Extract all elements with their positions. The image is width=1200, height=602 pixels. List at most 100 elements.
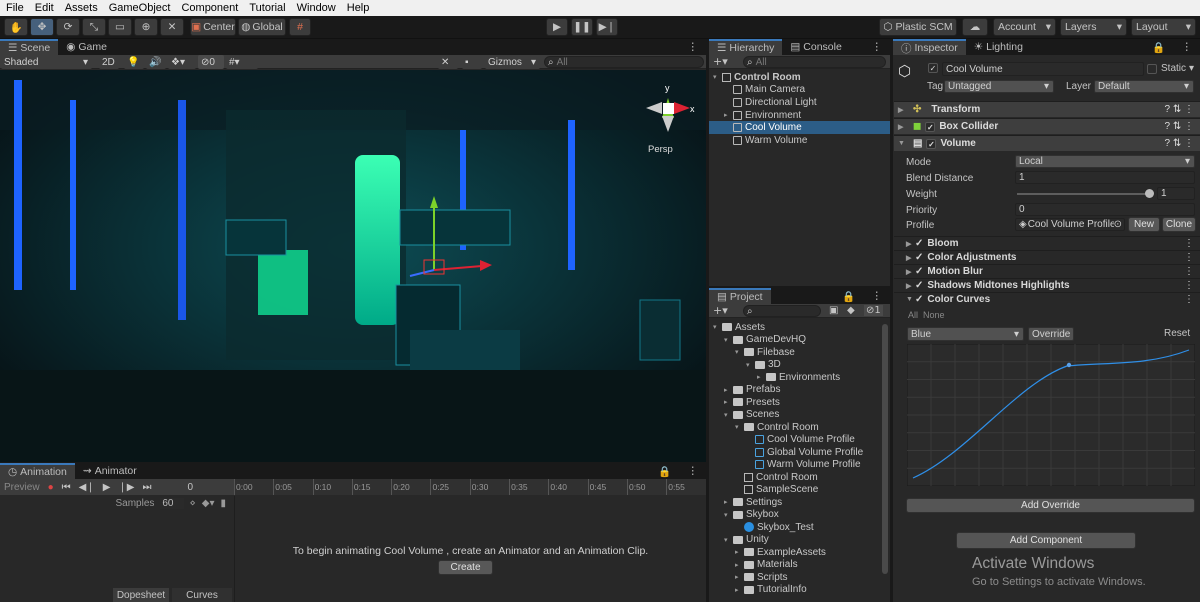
frame-field[interactable]: 0 <box>187 482 193 493</box>
expand-arrow-icon[interactable]: ▸ <box>735 573 744 581</box>
tab-console[interactable]: ▤ Console <box>782 39 849 55</box>
new-profile-button[interactable]: New <box>1128 217 1160 232</box>
folder-item[interactable]: ▾ Control Room <box>709 421 881 434</box>
expand-arrow-icon[interactable]: ▸ <box>724 498 733 506</box>
grid-dropdown-icon[interactable]: #▾ <box>226 55 258 69</box>
folder-item[interactable]: ▾ Assets <box>709 321 881 334</box>
last-key-icon[interactable]: ⏭ <box>142 482 151 493</box>
menu-item-help[interactable]: Help <box>341 2 375 14</box>
tree-item[interactable]: Main Camera <box>709 84 890 97</box>
curve-editor[interactable] <box>907 344 1195 486</box>
override-menu-icon[interactable]: ⋮ <box>1184 294 1194 305</box>
folder-item[interactable]: ▸ TutorialInfo <box>709 584 881 597</box>
menu-item-tutorial[interactable]: Tutorial <box>243 2 290 14</box>
expand-arrow-icon[interactable]: ▸ <box>735 548 744 556</box>
hierarchy-search-input[interactable]: ⌕ All <box>743 56 886 68</box>
project-scrollbar[interactable] <box>882 324 888 574</box>
layout-dropdown[interactable]: Layout ▾ <box>1131 18 1196 36</box>
tree-item[interactable]: ▸ Environment <box>709 109 890 122</box>
override-motion-blur[interactable]: ▶ ✓ Motion Blur ⋮ <box>894 264 1200 278</box>
tree-item[interactable]: ▾ Control Room <box>709 71 890 84</box>
lighting-toggle-icon[interactable]: 💡 <box>124 55 144 69</box>
component-actions-icon[interactable]: ? ⇅ ⋮ <box>1165 138 1195 149</box>
panel-menu-icon[interactable]: ⋮ <box>680 463 707 479</box>
expand-arrow-icon[interactable]: ▸ <box>735 561 744 569</box>
expand-arrow-icon[interactable]: ▾ <box>713 323 722 331</box>
checkmark-icon[interactable]: ✓ <box>915 252 923 263</box>
menu-item-component[interactable]: Component <box>175 2 243 14</box>
folder-item[interactable]: ▾ Filebase <box>709 346 881 359</box>
override-color-adjustments[interactable]: ▶ ✓ Color Adjustments ⋮ <box>894 250 1200 264</box>
move-tool-icon[interactable]: ✥ <box>30 18 54 36</box>
grid-snap-icon[interactable]: # <box>289 18 311 36</box>
expand-arrow-icon[interactable]: ▾ <box>713 73 722 81</box>
checkmark-icon[interactable]: ✓ <box>915 266 923 277</box>
tree-item[interactable]: Control Room <box>709 471 881 484</box>
samples-field[interactable]: 60 <box>160 497 184 509</box>
weight-slider-thumb[interactable] <box>1145 189 1154 198</box>
curve-override-button[interactable]: Override <box>1028 327 1074 341</box>
next-key-icon[interactable]: ❘▶ <box>118 482 134 493</box>
layer-dropdown[interactable]: Default ▾ <box>1094 80 1194 93</box>
tab-curves[interactable]: Curves <box>172 588 232 602</box>
pivot-global-button[interactable]: ◍ Global <box>238 18 286 36</box>
tree-item[interactable]: Warm Volume <box>709 134 890 147</box>
panel-menu-icon[interactable]: ⋮ <box>680 39 707 55</box>
persp-label[interactable]: Persp <box>648 144 673 155</box>
hand-tool-icon[interactable]: ✋ <box>4 18 28 36</box>
menu-item-file[interactable]: File <box>0 2 29 14</box>
project-search-input[interactable]: ⌕ <box>743 305 821 317</box>
expand-arrow-icon[interactable]: ▾ <box>724 536 733 544</box>
event-marker-icon[interactable]: ▮ <box>220 498 226 509</box>
folder-item[interactable]: ▸ Settings <box>709 496 881 509</box>
object-name-field[interactable]: Cool Volume <box>942 62 1144 76</box>
cloud-icon[interactable]: ☁ <box>962 18 988 36</box>
tree-item[interactable]: Global Volume Profile <box>709 446 881 459</box>
folder-item[interactable]: ▾ GameDevHQ <box>709 334 881 347</box>
static-toggle[interactable]: Static ▾ <box>1147 63 1194 74</box>
scene-viewport[interactable]: y x Persp <box>0 70 706 462</box>
folder-item[interactable]: ▾ Skybox <box>709 509 881 522</box>
folder-item[interactable]: ▾ Unity <box>709 534 881 547</box>
component-box-collider[interactable]: ▶ ◼ ✓ Box Collider? ⇅ ⋮ <box>894 118 1200 134</box>
tab-dopesheet[interactable]: Dopesheet <box>113 588 169 602</box>
expand-arrow-icon[interactable]: ▶ <box>906 268 915 276</box>
override-menu-icon[interactable]: ⋮ <box>1184 252 1194 263</box>
menu-item-assets[interactable]: Assets <box>59 2 103 14</box>
timeline-ruler[interactable]: 0:00 0:05 0:10 0:15 0:20 0:25 0:30 0:35 0:40 0:45… <box>234 479 706 495</box>
filter-label-icon[interactable]: ◆ <box>847 305 855 316</box>
lock-icon[interactable]: 🔒 <box>1144 39 1173 55</box>
step-button[interactable]: ▶❘ <box>596 18 618 36</box>
expand-arrow-icon[interactable]: ▸ <box>724 398 733 406</box>
record-icon[interactable]: ● <box>48 482 54 493</box>
tab-game[interactable]: ◉ Game <box>58 39 115 55</box>
transform-tool-icon[interactable]: ⊕ <box>134 18 158 36</box>
tab-lighting[interactable]: ☀ Lighting <box>966 39 1031 55</box>
custom-tool-icon[interactable]: ✕ <box>160 18 184 36</box>
tools-icon[interactable]: ✕ <box>438 55 458 69</box>
pause-button[interactable]: ❚❚ <box>571 18 593 36</box>
tree-item[interactable]: Skybox_Test <box>709 521 881 534</box>
create-clip-button[interactable]: Create <box>438 560 493 575</box>
expand-arrow-icon[interactable]: ▾ <box>724 411 733 419</box>
scene-search-input[interactable]: ⌕ All <box>544 56 704 68</box>
tree-item[interactable]: Cool Volume <box>709 121 890 134</box>
orient-center-cube[interactable] <box>663 103 674 114</box>
add-component-button[interactable]: Add Component <box>956 532 1136 549</box>
plastic-scm-button[interactable]: ⬡ Plastic SCM <box>879 18 957 36</box>
menu-item-window[interactable]: Window <box>291 2 341 14</box>
mode-2d-button[interactable]: 2D <box>99 55 119 69</box>
menu-item-gameobject[interactable]: GameObject <box>103 2 176 14</box>
folder-item[interactable]: ▸ Prefabs <box>709 384 881 397</box>
folder-item[interactable]: ▸ ExampleAssets <box>709 546 881 559</box>
component-volume[interactable]: ▼ ▤ ✓ Volume? ⇅ ⋮ <box>894 135 1200 151</box>
effects-dropdown-icon[interactable]: ❖▾ <box>168 55 196 69</box>
curve-channel-dropdown[interactable]: Blue ▾ <box>907 327 1024 341</box>
audio-toggle-icon[interactable]: 🔊 <box>146 55 166 69</box>
first-key-icon[interactable]: ⏮ <box>62 482 71 493</box>
tab-animator[interactable]: ⇝ Animator <box>75 463 145 479</box>
profile-object-field[interactable]: ◈ Cool Volume Profile ⊙ <box>1015 218 1125 231</box>
weight-field[interactable]: 1 <box>1157 187 1195 200</box>
folder-item[interactable]: ▸ Materials <box>709 559 881 572</box>
panel-menu-icon[interactable]: ⋮ <box>864 288 891 304</box>
